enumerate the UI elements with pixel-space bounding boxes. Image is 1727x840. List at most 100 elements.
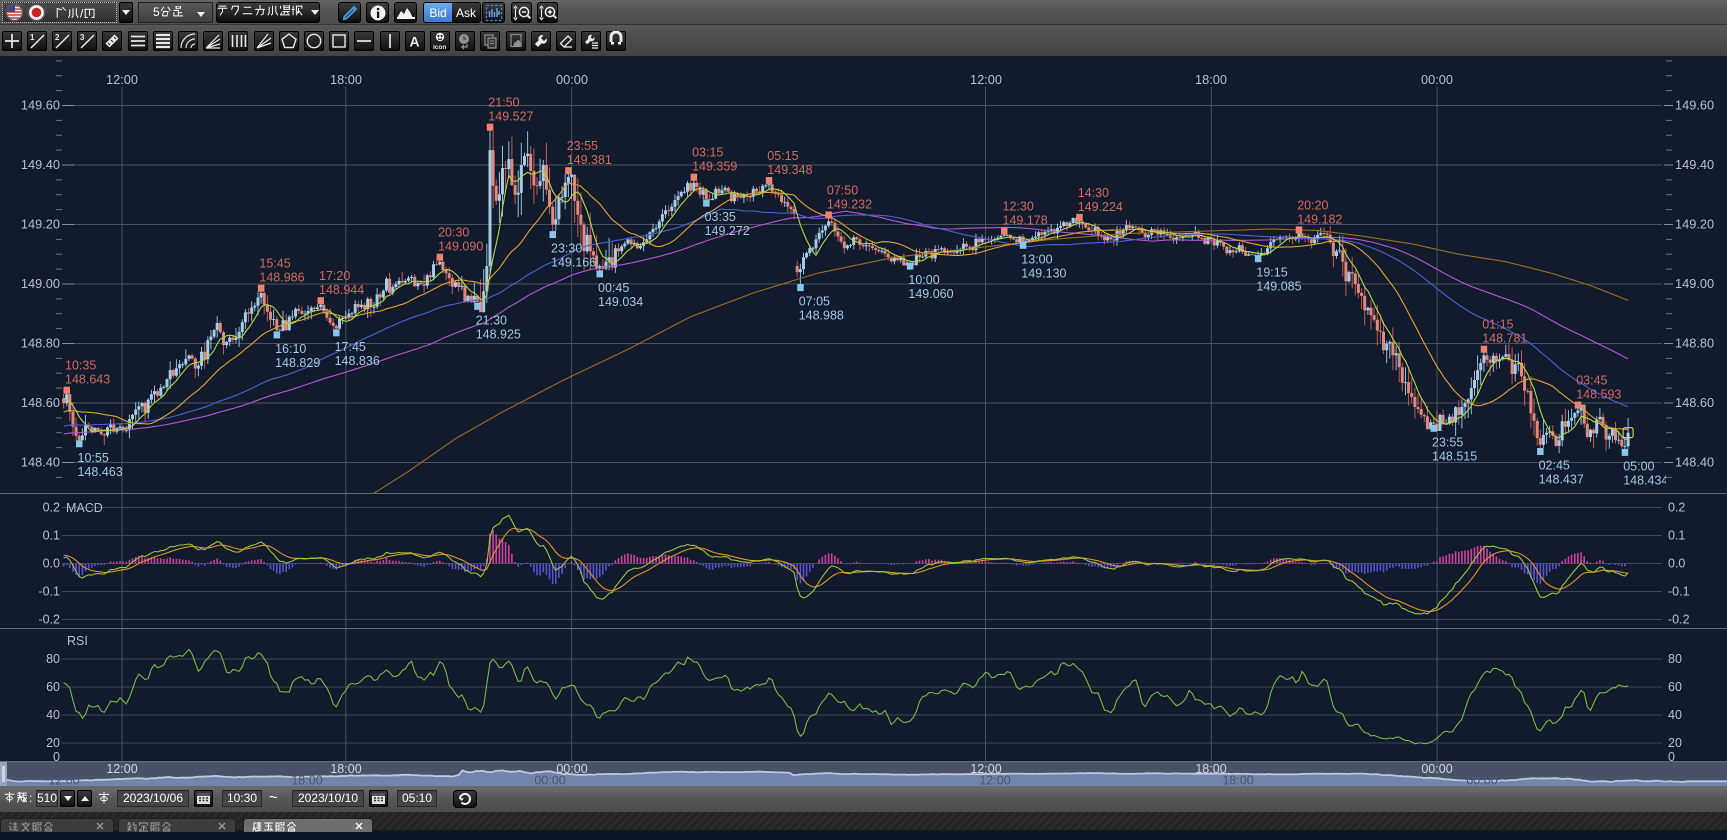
svg-text:0.1: 0.1 [43, 529, 60, 543]
svg-text:-0.2: -0.2 [1668, 613, 1690, 627]
svg-text:07:05: 07:05 [799, 295, 830, 309]
svg-text:0: 0 [53, 750, 60, 764]
svg-text:07:50: 07:50 [827, 184, 858, 198]
svg-text:1: 1 [30, 33, 35, 42]
svg-text:01:15: 01:15 [1482, 318, 1513, 332]
svg-text:00:00: 00:00 [1421, 762, 1452, 776]
svg-text:12:00: 12:00 [970, 72, 1002, 87]
svg-text:00:00: 00:00 [1421, 72, 1453, 87]
svg-text:148.829: 148.829 [275, 356, 320, 370]
svg-text:148.60: 148.60 [1675, 395, 1714, 410]
svg-text:00:00: 00:00 [534, 774, 565, 787]
svg-text:148.836: 148.836 [335, 354, 380, 368]
svg-text:19:15: 19:15 [1256, 266, 1287, 280]
svg-text:10:00: 10:00 [908, 273, 939, 287]
svg-text:05:00: 05:00 [1623, 459, 1654, 473]
svg-text:12:00: 12:00 [106, 762, 137, 776]
svg-text:148.60: 148.60 [21, 395, 60, 410]
svg-text:149.20: 149.20 [21, 217, 60, 232]
svg-text:149.090: 149.090 [438, 240, 483, 254]
svg-text:149.182: 149.182 [1297, 212, 1342, 226]
svg-text:10:35: 10:35 [65, 359, 96, 373]
svg-text:148.40: 148.40 [21, 455, 60, 470]
svg-text:/: / [80, 7, 84, 21]
svg-text:60: 60 [46, 680, 60, 694]
svg-text:02:45: 02:45 [1539, 459, 1570, 473]
svg-text:148.986: 148.986 [259, 271, 304, 285]
svg-text:149.60: 149.60 [21, 98, 60, 113]
svg-text:149.40: 149.40 [1675, 157, 1714, 172]
svg-text:148.515: 148.515 [1432, 449, 1477, 463]
svg-text:03:45: 03:45 [1576, 374, 1607, 388]
svg-text:148.643: 148.643 [65, 373, 110, 387]
svg-text:40: 40 [46, 708, 60, 722]
svg-text:148.434: 148.434 [1623, 473, 1668, 487]
svg-text:80: 80 [1668, 652, 1682, 666]
svg-text:40: 40 [1668, 708, 1682, 722]
svg-text:148.593: 148.593 [1576, 388, 1621, 402]
svg-text:20:30: 20:30 [438, 226, 469, 240]
svg-text:0.0: 0.0 [1668, 557, 1685, 571]
svg-text:0.2: 0.2 [43, 501, 60, 515]
svg-text:23:30: 23:30 [551, 242, 582, 256]
svg-text:18:00: 18:00 [1195, 72, 1227, 87]
svg-text:60: 60 [1668, 680, 1682, 694]
svg-text:21:50: 21:50 [488, 96, 519, 110]
svg-text:18:00: 18:00 [330, 762, 361, 776]
svg-text:0.0: 0.0 [43, 557, 60, 571]
svg-text::: : [29, 792, 32, 805]
svg-text:20: 20 [1668, 736, 1682, 750]
svg-text:icon: icon [433, 44, 446, 51]
svg-text:149.272: 149.272 [705, 224, 750, 238]
svg-text:12:00: 12:00 [106, 72, 138, 87]
svg-text:0.1: 0.1 [1668, 529, 1685, 543]
svg-text:15:45: 15:45 [259, 257, 290, 271]
svg-text:149.178: 149.178 [1003, 214, 1048, 228]
svg-text:20:20: 20:20 [1297, 198, 1328, 212]
svg-text:18:00: 18:00 [330, 72, 362, 87]
svg-text:149.232: 149.232 [827, 198, 872, 212]
svg-text:149.00: 149.00 [1675, 276, 1714, 291]
svg-text:148.781: 148.781 [1482, 332, 1527, 346]
svg-text:148.80: 148.80 [1675, 336, 1714, 351]
svg-text:13:00: 13:00 [1021, 252, 1052, 266]
svg-text:00:00: 00:00 [556, 72, 588, 87]
svg-text:21:30: 21:30 [476, 313, 507, 327]
svg-text:148.40: 148.40 [1675, 455, 1714, 470]
svg-text:23:55: 23:55 [567, 139, 598, 153]
svg-text:-0.1: -0.1 [38, 585, 60, 599]
svg-text:23:55: 23:55 [1432, 435, 1463, 449]
svg-text:18:00: 18:00 [1222, 774, 1253, 787]
svg-text:03:35: 03:35 [705, 210, 736, 224]
svg-text:18:00: 18:00 [291, 774, 322, 787]
svg-text:148.925: 148.925 [476, 327, 521, 341]
svg-text:05:15: 05:15 [767, 149, 798, 163]
svg-text:14:30: 14:30 [1078, 186, 1109, 200]
svg-text:149.034: 149.034 [598, 295, 643, 309]
svg-text:148.437: 148.437 [1539, 473, 1584, 487]
svg-text:17:20: 17:20 [319, 269, 350, 283]
svg-text:03:15: 03:15 [692, 146, 723, 160]
svg-text:80: 80 [46, 652, 60, 666]
svg-text:5: 5 [153, 6, 160, 19]
svg-text:149.348: 149.348 [767, 163, 812, 177]
svg-text:148.944: 148.944 [319, 283, 364, 297]
svg-text:148.463: 148.463 [78, 465, 123, 479]
svg-text:0: 0 [1668, 750, 1675, 764]
svg-text:3: 3 [80, 33, 85, 42]
svg-text:149.224: 149.224 [1078, 200, 1123, 214]
svg-text:149.359: 149.359 [692, 160, 737, 174]
svg-text:12:30: 12:30 [1003, 200, 1034, 214]
svg-text:-0.2: -0.2 [38, 613, 60, 627]
svg-text:149.20: 149.20 [1675, 217, 1714, 232]
svg-text:149.166: 149.166 [551, 256, 596, 270]
svg-text:RSI: RSI [67, 634, 88, 648]
svg-text:17:45: 17:45 [335, 340, 366, 354]
svg-text:16:10: 16:10 [275, 342, 306, 356]
svg-text:149.130: 149.130 [1021, 266, 1066, 280]
svg-text:00:45: 00:45 [598, 281, 629, 295]
svg-text:149.40: 149.40 [21, 157, 60, 172]
svg-text:A: A [409, 34, 419, 50]
svg-text:148.80: 148.80 [21, 336, 60, 351]
svg-text:149.00: 149.00 [21, 276, 60, 291]
